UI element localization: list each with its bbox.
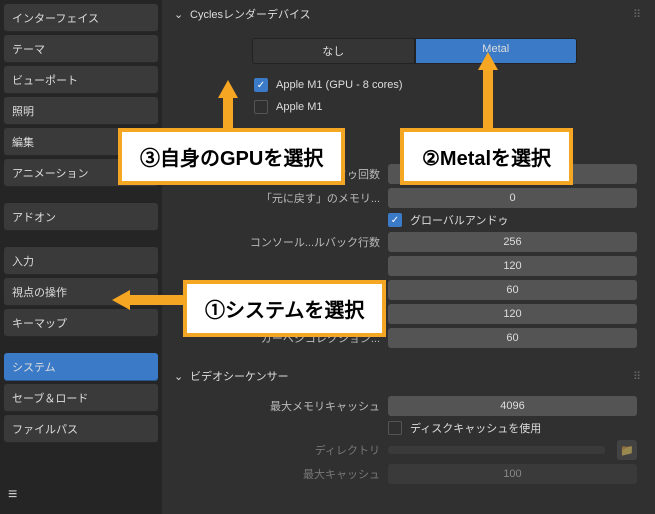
global-undo-label: グローバルアンドゥ <box>410 212 508 228</box>
gc-input[interactable]: 60 <box>388 328 637 348</box>
section-title: ビデオシーケンサー <box>190 368 289 384</box>
preferences-sidebar: インターフェイス テーマ ビューポート 照明 編集 アニメーション アドオン 入… <box>0 0 162 514</box>
disk-cache-label: ディスクキャッシュを使用 <box>410 420 541 436</box>
max-cache-label: 最大キャッシュ <box>180 466 380 482</box>
arrow-icon <box>112 290 185 310</box>
folder-icon: 📁 <box>617 440 637 460</box>
section-cycles-header[interactable]: ⌄ Cyclesレンダーデバイス ⠿ <box>172 0 645 28</box>
dir-input <box>388 446 605 454</box>
annotation-3: ③自身のGPUを選択 <box>118 128 345 185</box>
sidebar-item-themes[interactable]: テーマ <box>4 35 158 63</box>
drag-handle-icon[interactable]: ⠿ <box>633 8 643 21</box>
console-input[interactable]: 256 <box>388 232 637 252</box>
arrow-icon <box>218 80 238 130</box>
value-input-1[interactable]: 120 <box>388 256 637 276</box>
tab-none[interactable]: なし <box>252 38 415 64</box>
dir-label: ディレクトリ <box>180 442 380 458</box>
checkbox-icon[interactable] <box>254 100 268 114</box>
checkbox-disk-cache[interactable] <box>388 421 402 435</box>
device-type-tabs: なし Metal <box>252 38 577 64</box>
drag-handle-icon[interactable]: ⠿ <box>633 370 643 383</box>
section-video-header[interactable]: ⌄ ビデオシーケンサー ⠿ <box>172 362 645 390</box>
sidebar-item-addons[interactable]: アドオン <box>4 203 158 231</box>
annotation-2: ②Metalを選択 <box>400 128 573 185</box>
checkbox-global-undo[interactable] <box>388 213 402 227</box>
chevron-down-icon: ⌄ <box>174 370 184 383</box>
main-panel: ⌄ Cyclesレンダーデバイス ⠿ なし Metal Apple M1 (GP… <box>162 0 655 514</box>
console-label: コンソール...ルバック行数 <box>180 234 380 250</box>
arrow-icon <box>478 52 498 130</box>
sidebar-item-system[interactable]: システム <box>4 353 158 381</box>
value-input-2[interactable]: 60 <box>388 280 637 300</box>
mem-cache-label: 最大メモリキャッシュ <box>180 398 380 414</box>
annotation-1: ①システムを選択 <box>183 280 386 337</box>
undo-mem-label: 「元に戻す」のメモリ... <box>180 190 380 206</box>
hamburger-icon[interactable]: ≡ <box>8 486 17 504</box>
undo-mem-input[interactable]: 0 <box>388 188 637 208</box>
section-title: Cyclesレンダーデバイス <box>190 6 311 22</box>
max-cache-input: 100 <box>388 464 637 484</box>
vbo-input[interactable]: 120 <box>388 304 637 324</box>
sidebar-item-interface[interactable]: インターフェイス <box>4 4 158 32</box>
sidebar-item-keymap[interactable]: キーマップ <box>4 309 158 337</box>
device-option-cpu[interactable]: Apple M1 <box>192 96 637 118</box>
sidebar-item-lights[interactable]: 照明 <box>4 97 158 125</box>
sidebar-item-file-paths[interactable]: ファイルパス <box>4 415 158 443</box>
sidebar-item-viewport[interactable]: ビューポート <box>4 66 158 94</box>
sidebar-item-save-load[interactable]: セーブ＆ロード <box>4 384 158 412</box>
device-option-gpu[interactable]: Apple M1 (GPU - 8 cores) <box>192 74 637 96</box>
checkbox-icon[interactable] <box>254 78 268 92</box>
chevron-down-icon: ⌄ <box>174 8 184 21</box>
sidebar-item-input[interactable]: 入力 <box>4 247 158 275</box>
mem-cache-input[interactable]: 4096 <box>388 396 637 416</box>
